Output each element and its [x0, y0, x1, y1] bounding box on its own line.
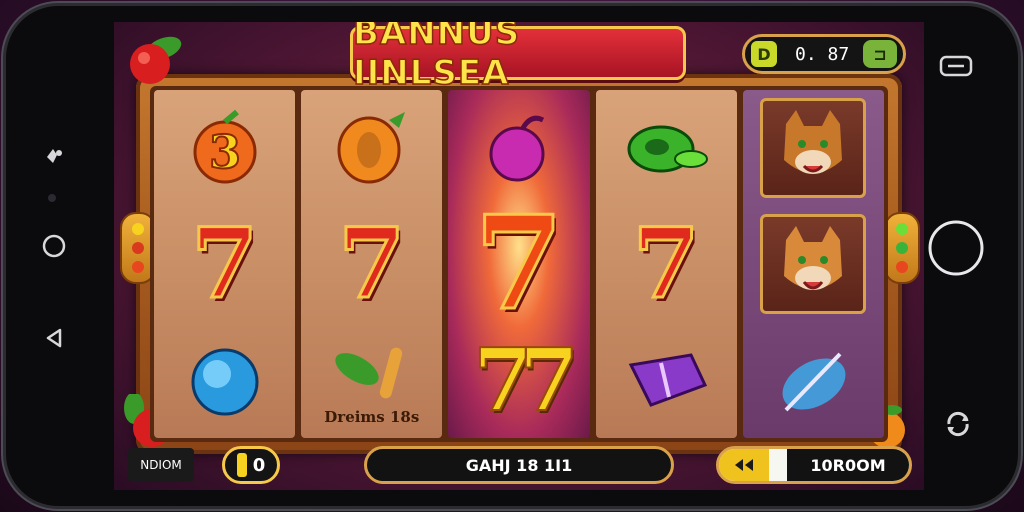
- balance-indicator: [236, 453, 247, 477]
- balance-display: 0: [222, 446, 280, 484]
- bottom-bar: NDIOM 0 GAHJ 18 1I1 10R0OM: [114, 446, 924, 490]
- leaf-scroll-symbol: Dreims 18s: [322, 330, 422, 430]
- recents-icon[interactable]: [936, 50, 976, 82]
- big-seven-symbol: 7: [473, 189, 565, 339]
- bet-chevron-icon[interactable]: [719, 449, 769, 481]
- svg-text:3: 3: [209, 125, 241, 179]
- orange-slice-symbol: 3: [175, 98, 275, 198]
- triple-seven-symbol: 77: [472, 329, 580, 432]
- reel-grid: 3 7 7 Dreims 18s 7 77 7: [150, 86, 888, 442]
- reel-3: 7 77: [448, 90, 590, 438]
- cougar-wild-symbol: [760, 214, 867, 314]
- game-screen: 3 7 7 Dreims 18s 7 77 7 BANNUS IINLSEA D…: [114, 22, 924, 490]
- mode-label: NDIOM: [128, 448, 194, 482]
- back-triangle-icon[interactable]: [38, 322, 70, 354]
- bet-value: 10R0OM: [787, 449, 909, 481]
- bixby-icon[interactable]: [38, 140, 70, 172]
- spin-button[interactable]: GAHJ 18 1I1: [364, 446, 674, 484]
- green-melon-symbol: [616, 98, 716, 198]
- game-title: BANNUS IINLSEA: [352, 22, 521, 94]
- spin-label: GAHJ 18 1I1: [465, 455, 573, 475]
- counter-button[interactable]: ⊐: [863, 40, 897, 68]
- orange-zero-symbol: [322, 98, 422, 198]
- cougar-wild-symbol: [760, 98, 867, 198]
- left-system-bar: [26, 6, 106, 506]
- right-system-bar: [918, 6, 998, 506]
- purple-gem-symbol: [616, 330, 716, 430]
- phone-frame: 3 7 7 Dreims 18s 7 77 7 BANNUS IINLSEA D…: [6, 6, 1018, 506]
- right-lamp: [884, 212, 920, 284]
- reel-5: [742, 90, 885, 438]
- home-circle-icon[interactable]: [38, 230, 70, 262]
- blue-fruit-symbol: [175, 330, 275, 430]
- counter-icon: D: [751, 41, 777, 67]
- top-counter: D 0. 87 ⊐: [742, 34, 906, 74]
- game-title-banner: BANNUS IINLSEA: [350, 22, 686, 94]
- camera-dot: [46, 192, 58, 204]
- counter-value: 0. 87: [795, 43, 850, 65]
- reel-2: 7 Dreims 18s: [301, 90, 443, 438]
- plum-symbol: [469, 98, 569, 198]
- blue-feather-symbol: [763, 330, 863, 430]
- reel-1: 3 7: [154, 90, 296, 438]
- reel-4: 7: [595, 90, 737, 438]
- symbol-caption: Dreims 18s: [324, 408, 420, 426]
- seven-symbol: 7: [631, 207, 701, 320]
- balance-value: 0: [252, 454, 266, 476]
- apple-icon: [124, 30, 184, 90]
- bet-control[interactable]: 10R0OM: [716, 446, 912, 484]
- rotate-icon[interactable]: [938, 404, 978, 444]
- home-button-icon[interactable]: [924, 216, 988, 280]
- seven-symbol: 7: [190, 207, 260, 320]
- seven-symbol: 7: [337, 207, 407, 320]
